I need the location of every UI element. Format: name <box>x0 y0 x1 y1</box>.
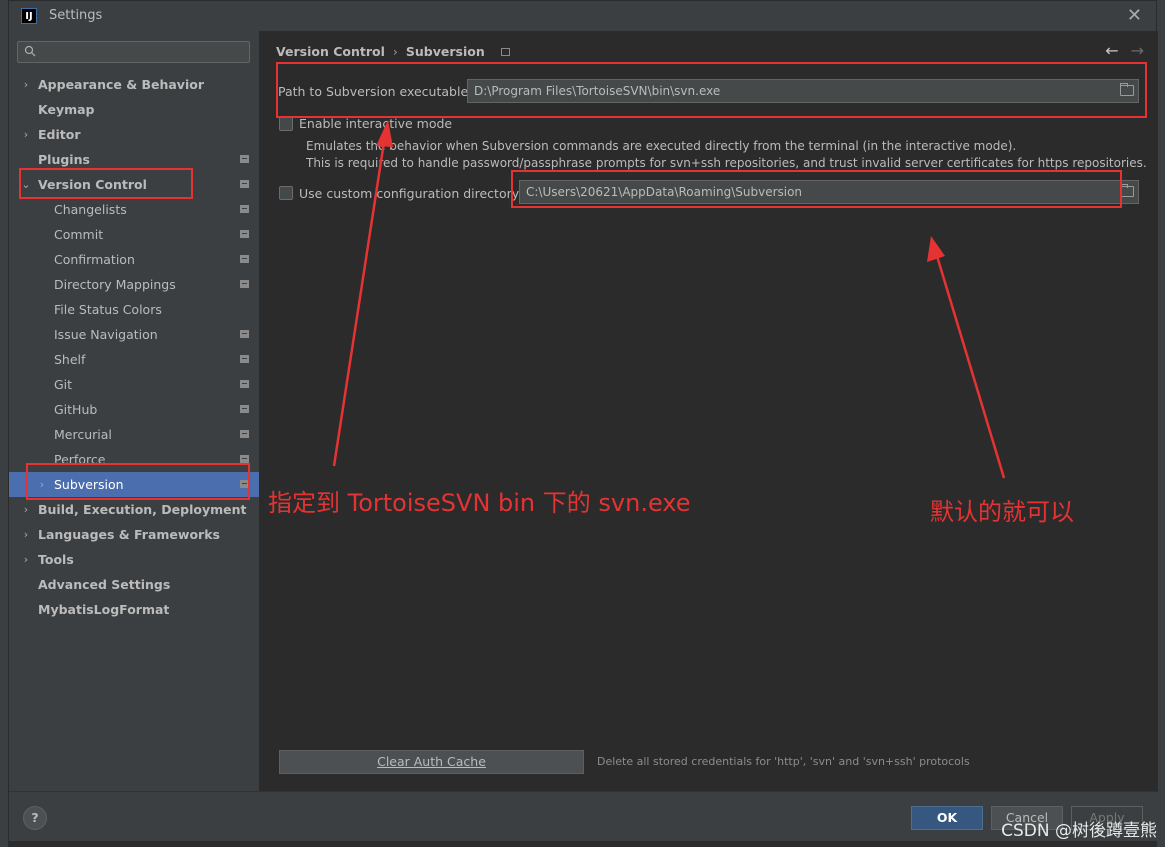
annotation-note-default: 默认的就可以 <box>930 498 1074 526</box>
annotation-note-path: 指定到 TortoiseSVN bin 下的 svn.exe <box>268 489 691 517</box>
annotation-arrows <box>332 120 1006 479</box>
watermark: CSDN @树後蹲壹熊 <box>1001 821 1157 841</box>
